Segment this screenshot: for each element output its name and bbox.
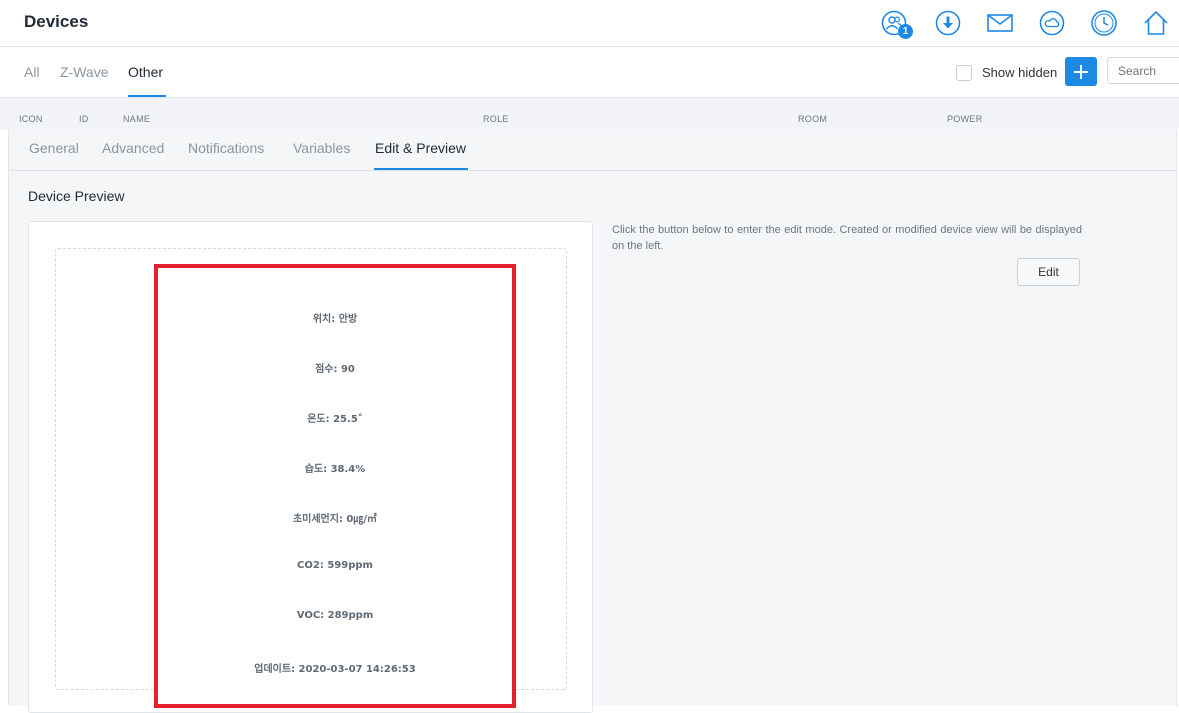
download-icon[interactable] — [931, 6, 965, 40]
plus-icon — [1074, 64, 1088, 79]
preview-drop-area: 위치: 안방 점수: 90 온도: 25.5˚ 습도: 38.4% 초미세먼지:… — [55, 248, 567, 708]
add-device-button[interactable] — [1065, 57, 1097, 86]
device-detail-panel: General Advanced Notifications Variables… — [8, 130, 1177, 713]
preview-line-updated: 업데이트: 2020-03-07 14:26:53 — [254, 664, 416, 675]
mail-icon[interactable] — [983, 6, 1017, 40]
edit-button[interactable]: Edit — [1017, 258, 1080, 286]
page-title: Devices — [24, 12, 89, 31]
preview-line-location: 위치: 안방 — [312, 314, 358, 325]
tab-notifications[interactable]: Notifications — [188, 140, 264, 156]
clock-icon[interactable] — [1087, 6, 1121, 40]
show-hidden-label[interactable]: Show hidden — [982, 65, 1057, 80]
tab-general[interactable]: General — [29, 140, 79, 156]
edit-help-text: Click the button below to enter the edit… — [612, 224, 1082, 252]
preview-line-temperature: 온도: 25.5˚ — [307, 414, 363, 425]
preview-line-humidity: 습도: 38.4% — [304, 464, 366, 475]
search-input[interactable] — [1107, 57, 1179, 84]
tab-other[interactable]: Other — [128, 64, 163, 80]
device-preview-card: 위치: 안방 점수: 90 온도: 25.5˚ 습도: 38.4% 초미세먼지:… — [28, 221, 593, 713]
column-header-role[interactable]: ROLE — [483, 114, 509, 124]
users-icon[interactable]: 1 — [877, 6, 913, 40]
column-header-room[interactable]: ROOM — [798, 114, 827, 124]
tab-variables[interactable]: Variables — [293, 140, 350, 156]
preview-line-fine-dust: 초미세먼지: 0㎍/㎥ — [292, 514, 378, 525]
preview-line-voc: VOC: 289ppm — [296, 610, 374, 621]
column-header-id[interactable]: ID — [79, 114, 89, 124]
table-header: ICON ID NAME ROLE ROOM POWER — [0, 98, 1179, 130]
device-tabs: General Advanced Notifications Variables… — [9, 130, 1176, 171]
cloud-icon[interactable] — [1035, 6, 1069, 40]
tab-all[interactable]: All — [24, 64, 40, 80]
active-tab-indicator — [128, 95, 166, 97]
active-subtab-indicator — [374, 168, 468, 170]
tab-z-wave[interactable]: Z-Wave — [60, 64, 108, 80]
home-icon[interactable] — [1139, 6, 1173, 40]
device-preview-heading: Device Preview — [28, 188, 125, 204]
column-header-power[interactable]: POWER — [947, 114, 983, 124]
highlighted-preview-box: 위치: 안방 점수: 90 온도: 25.5˚ 습도: 38.4% 초미세먼지:… — [154, 264, 516, 708]
top-bar: Devices 1 — [0, 0, 1179, 47]
column-header-icon[interactable]: ICON — [19, 114, 43, 124]
tab-advanced[interactable]: Advanced — [102, 140, 164, 156]
preview-line-co2: CO2: 599ppm — [297, 560, 373, 571]
show-hidden-checkbox[interactable] — [956, 65, 972, 81]
filter-bar: All Z-Wave Other Show hidden — [0, 47, 1179, 98]
tab-edit-preview[interactable]: Edit & Preview — [375, 140, 466, 156]
preview-line-score: 점수: 90 — [315, 364, 355, 375]
notification-badge: 1 — [898, 24, 913, 39]
column-header-name[interactable]: NAME — [123, 114, 150, 124]
